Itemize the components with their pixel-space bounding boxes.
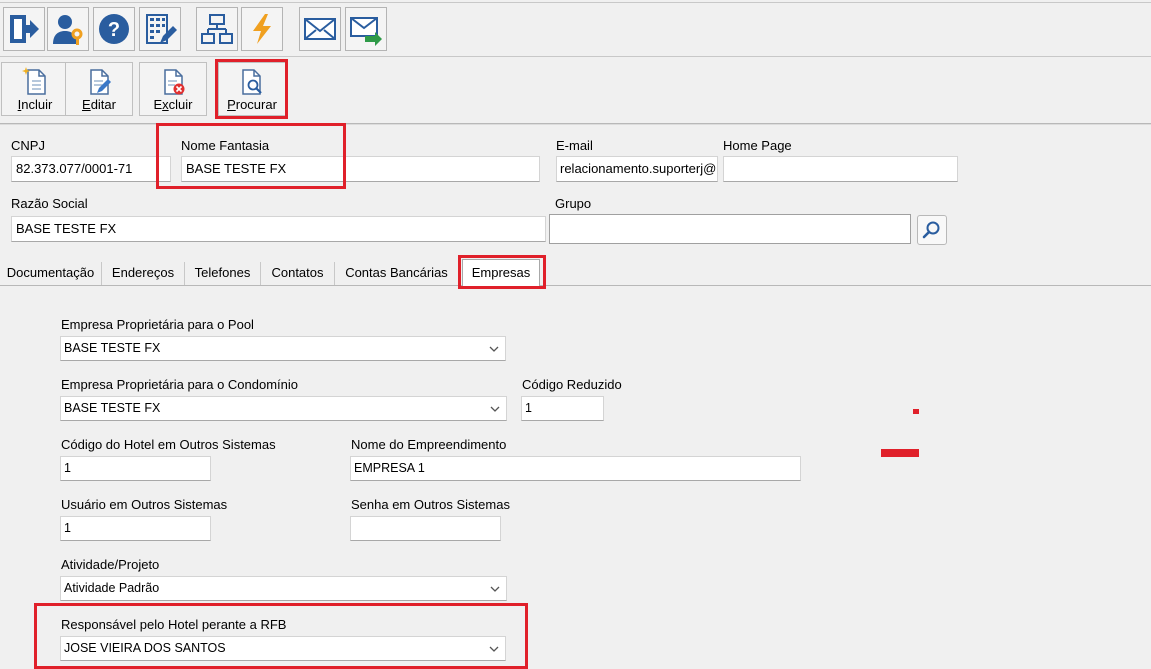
nome-empreendimento-field[interactable]: EMPRESA 1 xyxy=(350,456,801,481)
mail-forward-icon xyxy=(350,17,382,46)
senha-field[interactable] xyxy=(350,516,501,541)
senha-label: Senha em Outros Sistemas xyxy=(351,497,510,512)
chevron-down-icon xyxy=(489,646,499,652)
homepage-label: Home Page xyxy=(723,138,792,153)
editar-label: Editar xyxy=(82,97,116,112)
entity-header: CNPJ 82.373.077/0001-71 Nome Fantasia BA… xyxy=(0,124,1151,258)
nome-empreendimento-label: Nome do Empreendimento xyxy=(351,437,507,452)
nome-fantasia-label: Nome Fantasia xyxy=(181,138,270,153)
user-key-icon xyxy=(53,15,83,45)
lightning-button[interactable] xyxy=(241,7,283,51)
excluir-label: Excluir xyxy=(153,97,192,112)
org-chart-button[interactable] xyxy=(196,7,238,51)
icon-toolbar: ? xyxy=(0,0,1151,57)
help-icon: ? xyxy=(99,14,129,44)
delete-document-icon xyxy=(164,69,185,95)
grupo-field[interactable] xyxy=(549,214,911,244)
tab-enderecos[interactable]: Endereços xyxy=(102,262,185,285)
help-button[interactable]: ? xyxy=(93,7,135,51)
incluir-label: Incluir xyxy=(18,97,53,112)
svg-text:?: ? xyxy=(108,19,120,41)
cnpj-field[interactable]: 82.373.077/0001-71 xyxy=(11,156,171,182)
condominio-select-value: BASE TESTE FX xyxy=(64,401,161,415)
pool-select[interactable]: BASE TESTE FX xyxy=(60,336,506,361)
procurar-accel: P xyxy=(227,97,236,112)
codigo-hotel-field[interactable]: 1 xyxy=(60,456,211,481)
razao-social-field[interactable]: BASE TESTE FX xyxy=(11,216,546,242)
chevron-down-icon xyxy=(490,586,500,592)
grupo-search-button[interactable] xyxy=(917,215,947,245)
procurar-button[interactable]: Procurar xyxy=(218,62,286,116)
grupo-label: Grupo xyxy=(555,196,592,211)
chevron-down-icon xyxy=(489,346,499,352)
red-mark-bar xyxy=(881,449,919,457)
org-chart-icon xyxy=(201,14,233,44)
codigo-reduzido-label: Código Reduzido xyxy=(522,377,622,392)
excluir-pre: E xyxy=(153,97,163,112)
email-field[interactable]: relacionamento.suporterj@ xyxy=(556,156,718,182)
usuario-label: Usuário em Outros Sistemas xyxy=(61,497,228,512)
search-icon xyxy=(922,221,940,239)
tab-empresas[interactable]: Empresas xyxy=(462,259,540,287)
exit-button[interactable] xyxy=(3,7,45,51)
red-mark-dot xyxy=(913,409,919,414)
codigo-reduzido-field[interactable]: 1 xyxy=(521,396,604,421)
new-document-icon xyxy=(22,67,46,95)
user-key-button[interactable] xyxy=(47,7,89,51)
tab-contas-bancarias[interactable]: Contas Bancárias xyxy=(335,262,459,285)
building-edit-button[interactable] xyxy=(139,7,181,51)
atividade-select-value: Atividade Padrão xyxy=(64,581,160,595)
codigo-hotel-label: Código do Hotel em Outros Sistemas xyxy=(61,437,276,452)
excluir-button[interactable]: Excluir xyxy=(139,62,207,116)
editar-accel: E xyxy=(82,97,91,112)
homepage-field[interactable] xyxy=(723,156,958,182)
tab-documentacao[interactable]: Documentação xyxy=(0,262,102,285)
nome-fantasia-field[interactable]: BASE TESTE FX xyxy=(181,156,540,182)
mail-forward-button[interactable] xyxy=(345,7,387,51)
search-document-icon xyxy=(242,69,262,95)
responsavel-label: Responsável pelo Hotel perante a RFB xyxy=(61,617,287,632)
usuario-field[interactable]: 1 xyxy=(60,516,211,541)
cnpj-label: CNPJ xyxy=(11,138,45,153)
razao-social-label: Razão Social xyxy=(11,196,88,211)
mail-icon xyxy=(304,18,336,40)
editar-button[interactable]: Editar xyxy=(65,62,133,116)
lightning-icon xyxy=(253,14,271,44)
building-edit-icon xyxy=(146,14,177,44)
atividade-label: Atividade/Projeto xyxy=(61,557,160,572)
toolbar-divider xyxy=(0,2,1151,3)
tab-strip: Documentação Endereços Telefones Contato… xyxy=(0,258,1151,287)
responsavel-select[interactable]: JOSE VIEIRA DOS SANTOS xyxy=(60,636,506,661)
email-label: E-mail xyxy=(556,138,593,153)
chevron-down-icon xyxy=(490,406,500,412)
tab-contatos[interactable]: Contatos xyxy=(261,262,335,285)
edit-document-icon xyxy=(90,69,111,95)
procurar-rest: rocurar xyxy=(235,97,277,112)
incluir-button[interactable]: Incluir xyxy=(1,62,69,116)
condominio-select[interactable]: BASE TESTE FX xyxy=(60,396,507,421)
procurar-label: Procurar xyxy=(227,97,277,112)
editar-rest: ditar xyxy=(90,97,116,112)
atividade-select[interactable]: Atividade Padrão xyxy=(60,576,507,601)
incluir-rest: ncluir xyxy=(21,97,53,112)
responsavel-select-value: JOSE VIEIRA DOS SANTOS xyxy=(64,641,226,655)
excluir-rest: cluir xyxy=(168,97,193,112)
condominio-label: Empresa Proprietária para o Condomínio xyxy=(61,377,299,392)
pool-label: Empresa Proprietária para o Pool xyxy=(61,317,254,332)
mail-button[interactable] xyxy=(299,7,341,51)
command-toolbar: Incluir Editar Excluir Procurar xyxy=(0,57,1151,124)
exit-icon xyxy=(10,15,39,43)
pool-select-value: BASE TESTE FX xyxy=(64,341,161,355)
tab-telefones[interactable]: Telefones xyxy=(185,262,261,285)
empresas-panel: Empresa Proprietária para o Pool BASE TE… xyxy=(0,286,1151,669)
